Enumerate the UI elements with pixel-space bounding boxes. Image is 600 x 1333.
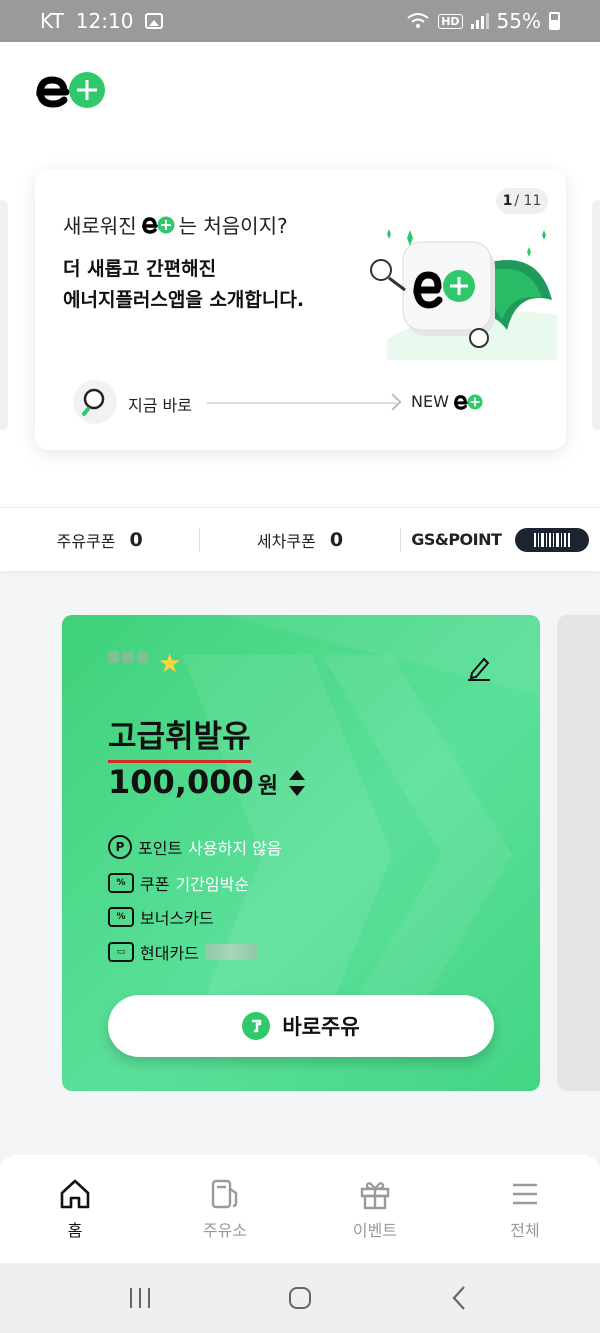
favorite-star-icon[interactable]: ★ <box>158 651 181 677</box>
gas-pump-icon <box>211 1179 238 1209</box>
now-label: 지금 바로 <box>128 396 192 415</box>
next-banner-peek[interactable] <box>592 200 600 430</box>
edit-pencil-icon[interactable] <box>466 653 492 681</box>
point-row[interactable]: P 포인트 사용하지 않음 <box>108 835 282 859</box>
wash-coupon-count: 0 <box>329 528 344 551</box>
coupon-bar: 주유쿠폰 0 세차쿠폰 0 GS&POINT <box>0 507 600 571</box>
fuel-coupon-count: 0 <box>129 528 143 551</box>
banner-subtitle-line1: 더 새롭고 간편해진 <box>63 258 217 280</box>
prev-banner-peek[interactable] <box>0 200 8 430</box>
bonus-card-label: 보너스카드 <box>140 909 214 928</box>
fuel-coupon[interactable]: 주유쿠폰 0 <box>0 528 199 552</box>
barcode-icon[interactable] <box>515 527 590 552</box>
banner-subtitle: 더 새롭고 간편해진 에너지플러스앱을 소개합니다. <box>63 254 304 316</box>
banner-title: 새로워진 는 처음이지? <box>63 210 288 239</box>
arrow-right-icon <box>384 393 402 411</box>
pager-total: / 11 <box>514 193 542 209</box>
point-value: 사용하지 않음 <box>188 839 282 858</box>
gift-icon <box>360 1182 390 1210</box>
updown-arrow-icon[interactable] <box>288 767 306 799</box>
coupon-label: 쿠폰 <box>140 875 170 894</box>
gallery-icon <box>145 13 164 29</box>
coupon-value: 기간임박순 <box>175 875 250 894</box>
fuel-coupon-label: 주유쿠폰 <box>56 531 116 551</box>
battery-icon <box>549 12 560 30</box>
carrier-label: KT <box>40 9 64 33</box>
wash-coupon[interactable]: 세차쿠폰 0 <box>199 527 399 552</box>
currency-label: 원 <box>257 774 278 799</box>
point-icon: P <box>108 835 132 859</box>
tab-gas-station-label: 주유소 <box>202 1221 248 1240</box>
hd-badge: HD <box>438 13 463 29</box>
status-bar: KT 12:10 HD 55% <box>0 0 600 42</box>
system-nav-bar <box>0 1263 600 1333</box>
credit-card-icon: ▭ <box>108 942 134 962</box>
tab-gas-station[interactable]: 주유소 <box>150 1155 300 1263</box>
tab-home-label: 홈 <box>67 1221 83 1240</box>
quick-fuel-button[interactable]: 바로주유 <box>108 995 494 1057</box>
gs-point[interactable]: GS&POINT <box>399 527 600 552</box>
tab-all[interactable]: 전체 <box>450 1155 600 1263</box>
search-icon <box>73 380 117 424</box>
point-label: 포인트 <box>138 839 183 858</box>
banner-title-suffix: 는 처음이지? <box>178 214 288 238</box>
tab-home[interactable]: 홈 <box>0 1155 150 1263</box>
payment-card-label: 현대카드 <box>140 944 199 963</box>
new-logo-icon <box>453 394 483 410</box>
tab-event[interactable]: 이벤트 <box>300 1155 450 1263</box>
tab-event-label: 이벤트 <box>352 1221 398 1240</box>
gs-point-label: GS&POINT <box>411 530 502 549</box>
fuel-amount[interactable]: 100,000 원 <box>108 763 278 801</box>
fuel-app-icon <box>242 1012 271 1040</box>
new-app-label: NEW <box>411 392 483 411</box>
coupon-row[interactable]: % 쿠폰 기간임박순 <box>108 871 249 895</box>
clock: 12:10 <box>75 9 134 33</box>
bonus-card-row[interactable]: % 보너스카드 <box>108 905 214 929</box>
bonus-card-icon: % <box>108 907 134 927</box>
banner-title-prefix: 새로워진 <box>63 214 137 238</box>
menu-icon <box>513 1183 537 1205</box>
recent-apps-icon[interactable] <box>125 1285 155 1311</box>
coupon-icon: % <box>108 873 134 893</box>
banner-subtitle-line2: 에너지플러스앱을 소개합니다. <box>63 289 305 311</box>
inline-logo-icon <box>141 216 175 234</box>
home-button-icon[interactable] <box>285 1283 315 1313</box>
fuel-preset-card[interactable]: ★ 고급휘발유 100,000 원 P 포인트 사용하지 않음 % 쿠폰 기간임… <box>62 615 540 1091</box>
back-icon[interactable] <box>445 1283 475 1313</box>
app-header <box>0 42 600 142</box>
bottom-tab-bar: 홈 주유소 이벤트 전체 <box>0 1155 600 1263</box>
wifi-icon <box>407 13 429 28</box>
next-card-peek[interactable] <box>557 615 600 1091</box>
fuel-amount-value: 100,000 <box>108 763 254 801</box>
arrow-line <box>207 402 397 404</box>
card-number-masked <box>204 944 257 960</box>
banner-pager: 1 / 11 <box>496 188 548 214</box>
payment-card-row[interactable]: ▭ 현대카드 <box>108 940 257 964</box>
card-nickname-masked <box>108 651 148 677</box>
wash-coupon-label: 세차쿠폰 <box>256 531 316 551</box>
new-label-text: NEW <box>411 392 449 411</box>
fuel-type-label[interactable]: 고급휘발유 <box>108 711 251 763</box>
promo-banner[interactable]: 새로워진 는 처음이지? 더 새롭고 간편해진 에너지플러스앱을 소개합니다. … <box>35 170 566 450</box>
battery-percent: 55% <box>496 9 541 33</box>
pager-current: 1 <box>502 193 513 209</box>
app-logo[interactable] <box>34 70 108 110</box>
home-icon <box>60 1179 90 1209</box>
quick-fuel-label: 바로주유 <box>282 1015 360 1039</box>
signal-icon <box>470 13 489 29</box>
tab-all-label: 전체 <box>510 1221 540 1240</box>
mascot-illustration <box>370 229 557 360</box>
